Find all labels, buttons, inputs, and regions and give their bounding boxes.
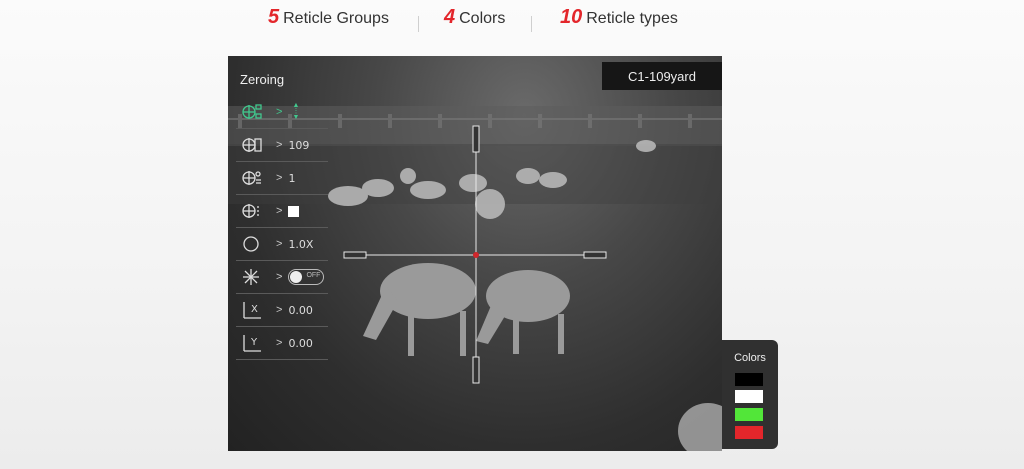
color-square-icon: [288, 205, 300, 217]
menu-item-reticle-color[interactable]: >: [236, 195, 328, 228]
reticle-bottom-post: [472, 356, 480, 384]
toggle-state-label: OFF: [306, 272, 321, 279]
stat-divider: [418, 16, 419, 32]
foreground-blob: [678, 403, 722, 451]
x-offset-value: 0.00: [288, 303, 313, 317]
menu-item-reticle-group[interactable]: > ▲ ⋮ ▼: [236, 96, 328, 129]
toggle-knob: [290, 271, 303, 283]
menu-item-distance[interactable]: > 109: [236, 129, 328, 162]
reticle-type-value: 1: [288, 171, 296, 185]
reticle-right-post: [583, 251, 607, 259]
menu-title: Zeroing: [240, 72, 285, 87]
deer-foreground: [363, 263, 570, 356]
menu-arrow: >: [276, 304, 283, 316]
down-arrow-icon[interactable]: ▼: [292, 114, 299, 121]
distance-value: 109: [288, 138, 310, 152]
swatch-black[interactable]: [735, 373, 763, 386]
stat-label: Reticle Groups: [283, 10, 389, 27]
stat-reticle-types: 10 Reticle types: [560, 6, 678, 34]
reticle-center-dot: [473, 252, 479, 258]
reticle-type-icon: [240, 167, 264, 189]
menu-arrow: >: [276, 172, 283, 184]
menu-arrow: >: [276, 337, 283, 349]
menu-item-zoom[interactable]: > 1.0X: [236, 228, 328, 261]
zoom-circle-icon: [240, 233, 264, 255]
menu-item-y-offset[interactable]: Y > 0.00: [236, 327, 328, 360]
menu-arrow: >: [276, 238, 283, 250]
svg-text:Y: Y: [250, 337, 258, 348]
range-label: C1-109yard: [602, 62, 722, 90]
menu-item-reticle-type[interactable]: > 1: [236, 162, 328, 195]
stat-divider: [531, 16, 532, 32]
menu-item-freeze[interactable]: > OFF: [236, 261, 328, 294]
menu-item-x-offset[interactable]: X > 0.00: [236, 294, 328, 327]
swatch-white[interactable]: [735, 390, 763, 403]
menu-arrow: >: [276, 205, 283, 217]
zeroing-menu: > ▲ ⋮ ▼ > 109 > 1 > > 1.0X > OFF X > 0.0…: [236, 96, 328, 360]
zoom-value: 1.0X: [288, 237, 314, 251]
menu-arrow: >: [276, 106, 283, 118]
stat-label: Colors: [459, 10, 506, 27]
colors-panel-title: Colors: [734, 352, 766, 364]
stat-number: 4: [444, 6, 456, 28]
reticle-color-icon: [240, 200, 264, 222]
stat-number: 10: [560, 6, 583, 28]
snowflake-icon: [240, 266, 264, 288]
x-axis-icon: X: [240, 299, 264, 321]
y-offset-value: 0.00: [288, 336, 313, 350]
stats-bar: 5 Reticle Groups 4 Colors 10 Reticle typ…: [0, 6, 1024, 34]
colors-panel: Colors: [722, 340, 778, 449]
reticle-left-post: [343, 251, 367, 259]
freeze-toggle[interactable]: OFF: [288, 269, 325, 285]
stat-number: 5: [268, 6, 280, 28]
value-stepper[interactable]: ▲ ⋮ ▼: [292, 102, 299, 121]
stat-reticle-groups: 5 Reticle Groups: [268, 6, 389, 34]
distance-reticle-icon: [240, 134, 264, 156]
swatch-red[interactable]: [735, 426, 763, 439]
menu-arrow: >: [276, 271, 283, 283]
swatch-green[interactable]: [735, 408, 763, 421]
stat-colors: 4 Colors: [444, 6, 505, 34]
svg-text:X: X: [251, 304, 258, 315]
stat-label: Reticle types: [586, 10, 678, 27]
y-axis-icon: Y: [240, 332, 264, 354]
thermal-scope-view: C1-109yard Zeroing > ▲ ⋮ ▼ > 109 > 1 > >…: [228, 56, 722, 451]
reticle-top-post: [472, 125, 480, 153]
reticle-group-icon: [240, 101, 264, 123]
menu-arrow: >: [276, 139, 283, 151]
